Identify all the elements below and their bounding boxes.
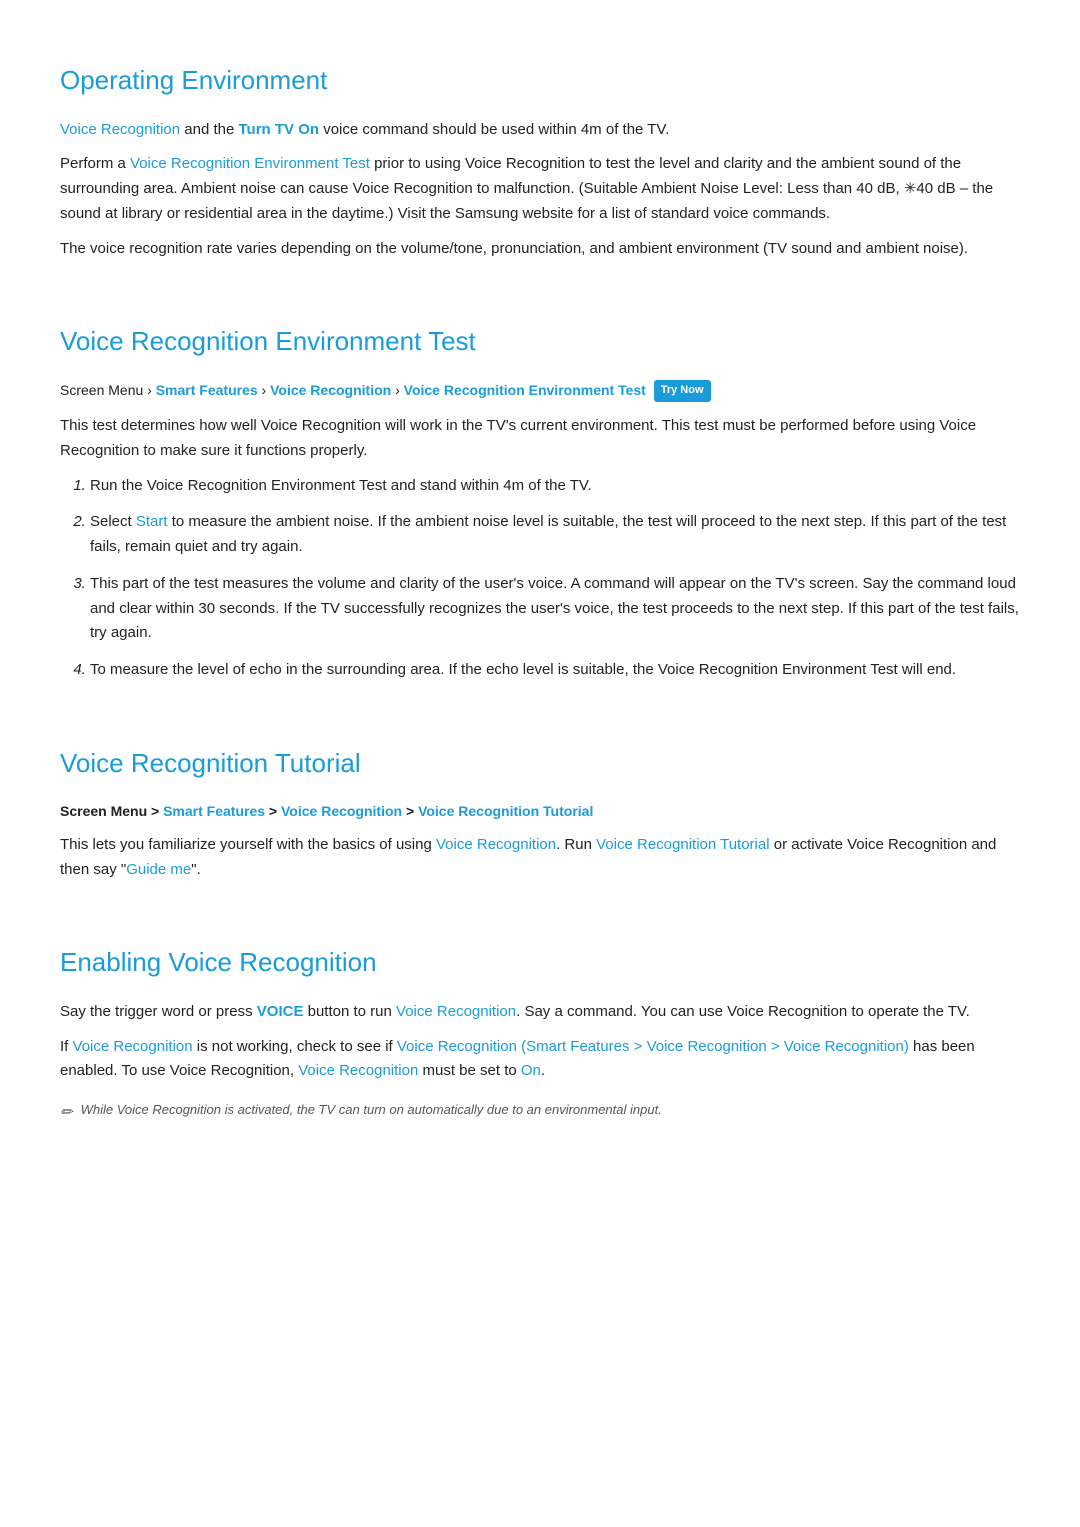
voice-recognition-tutorial-title: Voice Recognition Tutorial — [60, 723, 1020, 785]
note-icon: ✏ — [60, 1101, 73, 1125]
voice-recognition-environment-test-section: Voice Recognition Environment Test Scree… — [60, 301, 1020, 682]
voice-recognition-env-test-link-1[interactable]: Voice Recognition Environment Test — [130, 155, 370, 172]
voice-recognition-environment-test-title: Voice Recognition Environment Test — [60, 301, 1020, 363]
step-2: Select Start to measure the ambient nois… — [90, 510, 1020, 560]
smart-features-link-2[interactable]: Smart Features — [163, 803, 265, 819]
voice-recognition-link-1[interactable]: Voice Recognition — [60, 121, 180, 138]
operating-environment-para2: Perform a Voice Recognition Environment … — [60, 152, 1020, 226]
voice-recognition-link-5[interactable]: Voice Recognition — [396, 1003, 516, 1020]
operating-environment-section: Operating Environment Voice Recognition … — [60, 40, 1020, 261]
voice-recognition-smart-features-link[interactable]: Voice Recognition (Smart Features > Voic… — [397, 1038, 909, 1055]
voice-recognition-tutorial-breadcrumb: Screen Menu > Smart Features > Voice Rec… — [60, 800, 1020, 822]
enabling-voice-recognition-note: ✏ While Voice Recognition is activated, … — [60, 1100, 1020, 1125]
operating-environment-para1: Voice Recognition and the Turn TV On voi… — [60, 118, 1020, 143]
turn-tv-on-link[interactable]: Turn TV On — [238, 121, 319, 138]
enabling-voice-recognition-para1: Say the trigger word or press VOICE butt… — [60, 1000, 1020, 1025]
voice-recognition-link-3[interactable]: Voice Recognition — [281, 803, 402, 819]
start-link[interactable]: Start — [136, 513, 168, 530]
step-4: To measure the level of echo in the surr… — [90, 658, 1020, 683]
try-now-badge[interactable]: Try Now — [654, 380, 711, 402]
note-text: While Voice Recognition is activated, th… — [81, 1100, 662, 1121]
voice-recognition-tutorial-run-link[interactable]: Voice Recognition Tutorial — [596, 836, 769, 853]
voice-recognition-link-7[interactable]: Voice Recognition — [298, 1062, 418, 1079]
operating-environment-title: Operating Environment — [60, 40, 1020, 102]
voice-recognition-env-test-breadcrumb: Screen Menu › Smart Features › Voice Rec… — [60, 379, 1020, 402]
voice-recognition-tutorial-link[interactable]: Voice Recognition Tutorial — [418, 803, 593, 819]
guide-me-link[interactable]: Guide me — [126, 861, 191, 878]
enabling-voice-recognition-para2: If Voice Recognition is not working, che… — [60, 1035, 1020, 1085]
smart-features-link-1[interactable]: Smart Features — [156, 382, 258, 398]
voice-recognition-tutorial-section: Voice Recognition Tutorial Screen Menu >… — [60, 723, 1020, 882]
enabling-voice-recognition-title: Enabling Voice Recognition — [60, 922, 1020, 984]
voice-recognition-tutorial-para: This lets you familiarize yourself with … — [60, 833, 1020, 883]
operating-environment-para3: The voice recognition rate varies depend… — [60, 237, 1020, 262]
enabling-voice-recognition-section: Enabling Voice Recognition Say the trigg… — [60, 922, 1020, 1125]
voice-button-link[interactable]: VOICE — [257, 1003, 304, 1020]
voice-recognition-link-6[interactable]: Voice Recognition — [73, 1038, 193, 1055]
on-link[interactable]: On — [521, 1062, 541, 1079]
voice-recognition-link-4[interactable]: Voice Recognition — [436, 836, 556, 853]
voice-recognition-env-test-intro: This test determines how well Voice Reco… — [60, 414, 1020, 464]
voice-recognition-link-2[interactable]: Voice Recognition — [270, 382, 391, 398]
step-3: This part of the test measures the volum… — [90, 572, 1020, 646]
voice-recognition-env-test-link-2[interactable]: Voice Recognition Environment Test — [404, 382, 646, 398]
voice-recognition-env-test-steps: Run the Voice Recognition Environment Te… — [90, 474, 1020, 683]
step-1: Run the Voice Recognition Environment Te… — [90, 474, 1020, 499]
